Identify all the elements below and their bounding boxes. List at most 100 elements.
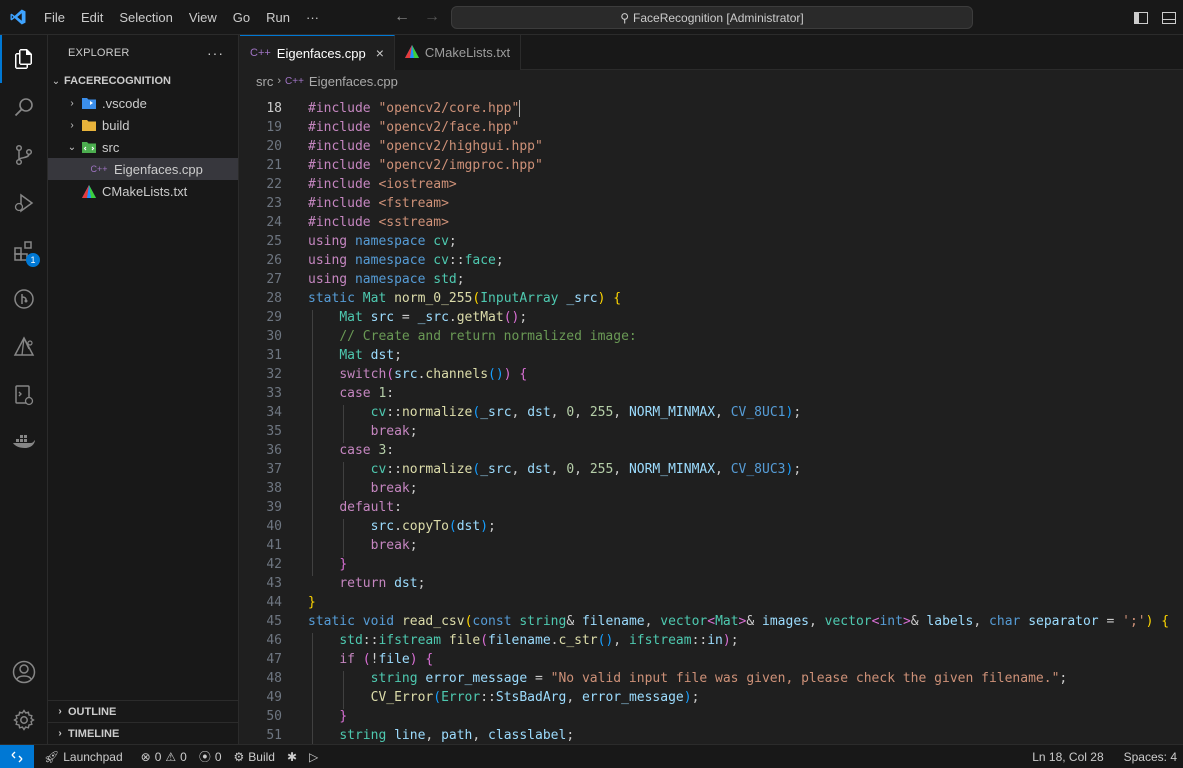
error-icon: ⊗ (140, 749, 151, 764)
forward-arrow-icon[interactable]: → (422, 8, 442, 26)
code-line: 47 if (!file) { (240, 650, 1183, 669)
tab-cmakelists[interactable]: CMakeLists.txt (394, 35, 522, 70)
menu-run[interactable]: Run (258, 0, 298, 35)
status-bar: 🚀︎ Launchpad ⊗ 0 ⚠ 0 ⦿ 0 ⚙ Build ✱ ▷ Ln … (0, 744, 1183, 768)
docker-icon[interactable] (0, 419, 48, 467)
line-number: 25 (266, 234, 282, 249)
line-number: 29 (266, 310, 282, 325)
folder-vscode[interactable]: › .vscode (48, 92, 238, 114)
tab-eigenfaces[interactable]: C++ Eigenfaces.cpp × (240, 35, 395, 71)
code-line: 37 cv::normalize(_src, dst, 0, 255, NORM… (240, 460, 1183, 479)
line-number: 41 (266, 538, 282, 553)
line-number: 45 (266, 614, 282, 629)
search-icon[interactable] (0, 83, 48, 131)
close-icon[interactable]: × (376, 45, 384, 61)
menu-selection[interactable]: Selection (111, 0, 180, 35)
git-graph-icon[interactable] (0, 275, 48, 323)
code-editor[interactable]: 18 #include "opencv2/core.hpp" 19 #include… (240, 92, 1183, 744)
outline-section[interactable]: › OUTLINE (48, 700, 238, 722)
cmake-icon[interactable] (0, 323, 48, 371)
debug-item[interactable]: ✱ (281, 745, 303, 768)
outline-label: OUTLINE (68, 705, 117, 718)
line-number: 47 (266, 652, 282, 667)
build-label: Build (248, 749, 275, 764)
back-arrow-icon[interactable]: ← (392, 8, 412, 26)
folder-label: .vscode (102, 95, 147, 111)
line-number: 40 (266, 519, 282, 534)
indentation[interactable]: Spaces: 4 (1118, 745, 1183, 768)
line-number: 27 (266, 272, 282, 287)
menu-more[interactable]: ··· (298, 0, 327, 35)
cpp-file-icon: C++ (90, 164, 108, 174)
code-line: 31 Mat dst; (240, 346, 1183, 365)
ports-count: 0 (214, 749, 222, 764)
warning-count: 0 (180, 749, 187, 764)
explorer-header: EXPLORER ··· (48, 35, 238, 70)
line-number: 28 (266, 291, 282, 306)
cmake-file-icon (80, 184, 98, 198)
line-number: 33 (266, 386, 282, 401)
code-line: 44} (240, 593, 1183, 612)
source-control-icon[interactable] (0, 131, 48, 179)
explorer-more-button[interactable]: ··· (207, 45, 224, 61)
line-number: 43 (266, 576, 282, 591)
tab-label: Eigenfaces.cpp (276, 45, 366, 61)
cpp-file-icon: C++ (250, 47, 271, 59)
menu-edit[interactable]: Edit (73, 0, 111, 35)
run-debug-icon[interactable] (0, 179, 48, 227)
code-line: 24 #include <sstream> (240, 213, 1183, 232)
command-center-label: FaceRecognition [Administrator] (633, 10, 804, 25)
line-number: 22 (266, 177, 282, 192)
file-cmakelists[interactable]: CMakeLists.txt (48, 180, 238, 202)
remote-indicator-icon[interactable] (0, 745, 34, 768)
code-line: 48 string error_message = "No valid inpu… (240, 669, 1183, 688)
explorer-icon[interactable] (0, 35, 48, 83)
code-line: 51 string line, path, classlabel; (240, 726, 1183, 744)
build-item[interactable]: ⚙ Build (228, 745, 281, 768)
menu-go[interactable]: Go (225, 0, 258, 35)
accounts-icon[interactable] (0, 648, 48, 696)
line-number: 30 (266, 329, 282, 344)
menu-bar: File Edit Selection View Go Run ··· (36, 0, 327, 35)
breadcrumb-file[interactable]: Eigenfaces.cpp (309, 74, 398, 89)
cursor-position[interactable]: Ln 18, Col 28 (1026, 745, 1109, 768)
settings-gear-icon[interactable] (0, 696, 48, 744)
vscode-folder-icon (80, 96, 98, 110)
folder-src[interactable]: ⌄ src (48, 136, 238, 158)
line-number: 48 (266, 671, 282, 686)
launchpad-item[interactable]: 🚀︎ Launchpad (38, 745, 129, 768)
code-line: 42 } (240, 555, 1183, 574)
chevron-right-icon: › (58, 728, 62, 739)
code-line: 30 // Create and return normalized image… (240, 327, 1183, 346)
code-line: 40 src.copyTo(dst); (240, 517, 1183, 536)
menu-file[interactable]: File (36, 0, 73, 35)
breadcrumb-folder[interactable]: src (256, 74, 273, 89)
chevron-down-icon: ⌄ (67, 141, 77, 153)
title-bar: File Edit Selection View Go Run ··· ← → … (0, 0, 1183, 35)
toggle-panel-icon[interactable] (1155, 0, 1183, 35)
run-item[interactable]: ▷ (303, 745, 324, 768)
code-line: 32 switch(src.channels()) { (240, 365, 1183, 384)
code-line: 50 } (240, 707, 1183, 726)
line-number: 50 (266, 709, 282, 724)
ports-item[interactable]: ⦿ 0 (193, 745, 228, 768)
command-center[interactable]: ⚲ FaceRecognition [Administrator] (451, 6, 973, 29)
vscode-logo-icon (0, 0, 36, 35)
toggle-sidebar-icon[interactable] (1127, 0, 1155, 35)
timeline-section[interactable]: › TIMELINE (48, 722, 238, 744)
remote-explorer-icon[interactable] (0, 371, 48, 419)
file-eigenfaces[interactable]: C++ Eigenfaces.cpp (48, 158, 238, 180)
line-number: 34 (266, 405, 282, 420)
folder-build[interactable]: › build (48, 114, 238, 136)
layout-controls (1127, 0, 1183, 35)
problems-item[interactable]: ⊗ 0 ⚠ 0 (135, 745, 193, 768)
line-number: 19 (266, 120, 282, 135)
status-bar-right: Ln 18, Col 28 Spaces: 4 (1026, 745, 1183, 768)
workspace-root[interactable]: ⌄ FACERECOGNITION (48, 70, 238, 92)
menu-view[interactable]: View (181, 0, 225, 35)
line-number: 49 (266, 690, 282, 705)
line-number: 39 (266, 500, 282, 515)
extensions-icon[interactable]: 1 (0, 227, 48, 275)
navigation-arrows: ← → (392, 8, 442, 26)
search-icon: ⚲ (620, 10, 630, 25)
